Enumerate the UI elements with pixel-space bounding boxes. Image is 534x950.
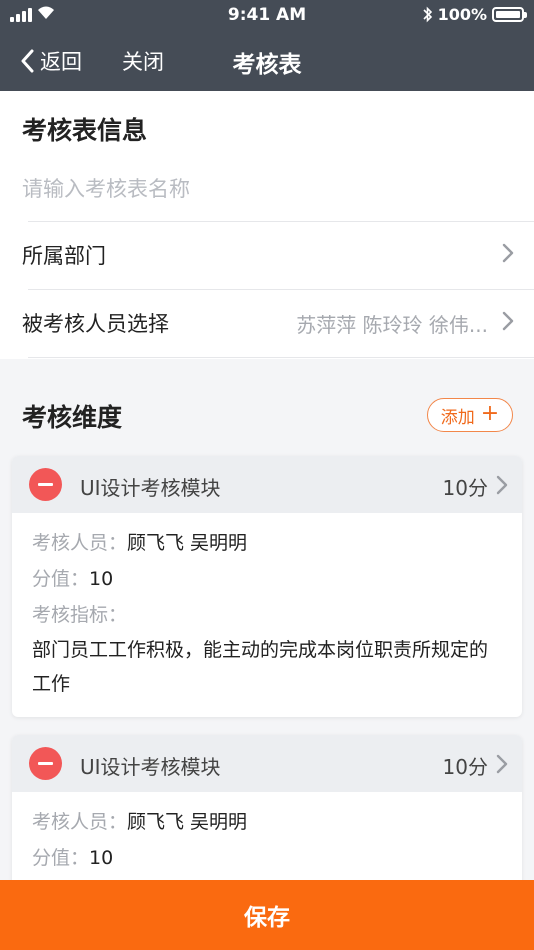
indicator-line: 考核指标： [32, 597, 502, 633]
value-key: 分值： [32, 568, 90, 590]
dimension-card: UI设计考核模块 10分 考核人员：顾飞飞 吴明明 分值：10 [12, 735, 522, 895]
dimension-card-header[interactable]: UI设计考核模块 10分 [12, 456, 522, 513]
dimension-card-header[interactable]: UI设计考核模块 10分 [12, 735, 522, 792]
assessor-key: 考核人员： [32, 811, 128, 833]
dimension-card: UI设计考核模块 10分 考核人员：顾飞飞 吴明明 分值：10 考核指标： 部门… [12, 456, 522, 717]
page-title: 考核表 [232, 52, 302, 78]
assessor-value: 顾飞飞 吴明明 [127, 532, 248, 554]
assessor-line: 考核人员：顾飞飞 吴明明 [32, 525, 502, 561]
navigation-bar: 返回 关闭 考核表 [0, 30, 534, 91]
battery-percentage: 100% [437, 5, 487, 24]
chevron-right-icon [496, 475, 508, 495]
add-dimension-button[interactable]: 添加 + [427, 398, 513, 432]
assessees-value: 苏萍萍 陈玲玲 徐伟... [296, 313, 488, 337]
remove-icon[interactable] [29, 468, 62, 501]
dimension-score: 10分 [442, 755, 488, 779]
section-title-info: 考核表信息 [22, 116, 148, 145]
value-key: 分值： [32, 847, 90, 869]
section-title-dimensions: 考核维度 [22, 403, 123, 432]
assessor-line: 考核人员：顾飞飞 吴明明 [32, 804, 502, 840]
bluetooth-icon [422, 6, 432, 23]
chevron-right-icon [502, 311, 514, 331]
assessment-name-input[interactable] [22, 169, 512, 209]
value-value: 10 [89, 847, 114, 869]
assessees-label: 被考核人员选择 [22, 312, 169, 336]
value-line: 分值：10 [32, 561, 502, 597]
assessor-value: 顾飞飞 吴明明 [127, 811, 248, 833]
divider [28, 357, 534, 358]
assessees-row[interactable]: 被考核人员选择 苏萍萍 陈玲玲 徐伟... [0, 290, 534, 356]
plus-icon: + [480, 401, 500, 426]
app-header: 9:41 AM 100% 返回 关闭 考核表 [0, 0, 534, 91]
chevron-right-icon [496, 754, 508, 774]
indicator-key: 考核指标： [32, 604, 128, 626]
dimension-card-body: 考核人员：顾飞飞 吴明明 分值：10 [12, 792, 522, 892]
dimension-score: 10分 [442, 476, 488, 500]
save-button[interactable]: 保存 [0, 880, 534, 950]
dimension-card-body: 考核人员：顾飞飞 吴明明 分值：10 考核指标： 部门员工工作积极，能主动的完成… [12, 513, 522, 717]
assessor-key: 考核人员： [32, 532, 128, 554]
assessment-info-section: 考核表信息 所属部门 被考核人员选择 苏萍萍 陈玲玲 徐伟... [0, 91, 534, 359]
add-label: 添加 [440, 407, 475, 428]
dimension-name: UI设计考核模块 [80, 476, 221, 500]
remove-icon[interactable] [29, 747, 62, 780]
value-value: 10 [89, 568, 114, 590]
value-line: 分值：10 [32, 840, 502, 876]
dimension-name: UI设计考核模块 [80, 755, 221, 779]
department-row[interactable]: 所属部门 [0, 222, 534, 288]
status-bar: 9:41 AM 100% [0, 0, 534, 30]
indicator-text: 部门员工工作积极，能主动的完成本岗位职责所规定的工作 [32, 639, 489, 695]
battery-icon [492, 7, 527, 22]
chevron-right-icon [502, 243, 514, 263]
department-label: 所属部门 [22, 244, 106, 268]
